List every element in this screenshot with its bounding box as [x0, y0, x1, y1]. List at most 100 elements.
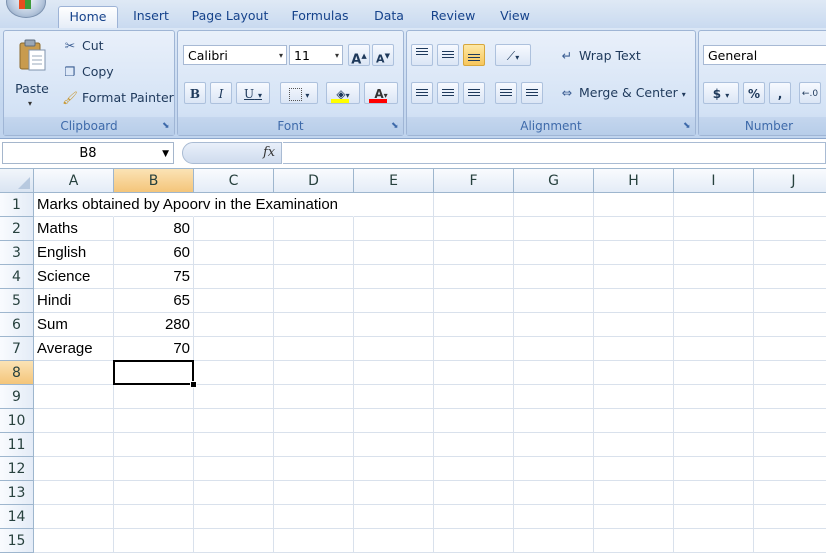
cell-h9[interactable] — [594, 385, 674, 409]
cell-a13[interactable] — [34, 481, 114, 505]
cell-i15[interactable] — [674, 529, 754, 553]
cell-b3[interactable]: 60 — [114, 241, 194, 265]
cell-g6[interactable] — [514, 313, 594, 337]
cell-f8[interactable] — [434, 361, 514, 385]
cell-d10[interactable] — [274, 409, 354, 433]
cell-g11[interactable] — [514, 433, 594, 457]
bold-button[interactable]: B — [184, 82, 206, 104]
tab-page-layout[interactable]: Page Layout — [186, 6, 274, 28]
column-header-i[interactable]: I — [674, 169, 754, 193]
cell-f14[interactable] — [434, 505, 514, 529]
orientation-button[interactable]: ⟋▾ — [495, 44, 531, 66]
cell-i7[interactable] — [674, 337, 754, 361]
cell-g15[interactable] — [514, 529, 594, 553]
cell-e3[interactable] — [354, 241, 434, 265]
cell-d4[interactable] — [274, 265, 354, 289]
cell-a9[interactable] — [34, 385, 114, 409]
column-header-d[interactable]: D — [274, 169, 354, 193]
row-header-4[interactable]: 4 — [0, 265, 34, 289]
cell-e11[interactable] — [354, 433, 434, 457]
increase-indent-button[interactable] — [521, 82, 543, 104]
font-name-dropdown[interactable]: Calibri ▾ — [183, 45, 287, 65]
cell-f5[interactable] — [434, 289, 514, 313]
tab-home[interactable]: Home — [58, 6, 118, 29]
row-header-10[interactable]: 10 — [0, 409, 34, 433]
cell-c6[interactable] — [194, 313, 274, 337]
cell-j3[interactable] — [754, 241, 826, 265]
cell-b4[interactable]: 75 — [114, 265, 194, 289]
row-header-7[interactable]: 7 — [0, 337, 34, 361]
align-right-button[interactable] — [463, 82, 485, 104]
row-header-11[interactable]: 11 — [0, 433, 34, 457]
copy-button[interactable]: ❐ Copy — [62, 63, 113, 81]
cell-e2[interactable] — [354, 217, 434, 241]
cell-a7[interactable]: Average — [34, 337, 114, 361]
cell-e14[interactable] — [354, 505, 434, 529]
cell-f3[interactable] — [434, 241, 514, 265]
cell-b10[interactable] — [114, 409, 194, 433]
cell-g7[interactable] — [514, 337, 594, 361]
column-header-g[interactable]: G — [514, 169, 594, 193]
cell-i11[interactable] — [674, 433, 754, 457]
cell-h5[interactable] — [594, 289, 674, 313]
cell-c4[interactable] — [194, 265, 274, 289]
row-header-6[interactable]: 6 — [0, 313, 34, 337]
cell-j13[interactable] — [754, 481, 826, 505]
tab-view[interactable]: View — [492, 6, 538, 28]
cell-h12[interactable] — [594, 457, 674, 481]
cell-g8[interactable] — [514, 361, 594, 385]
cell-d14[interactable] — [274, 505, 354, 529]
cell-b14[interactable] — [114, 505, 194, 529]
cell-i10[interactable] — [674, 409, 754, 433]
cell-g4[interactable] — [514, 265, 594, 289]
row-header-2[interactable]: 2 — [0, 217, 34, 241]
cell-b2[interactable]: 80 — [114, 217, 194, 241]
cell-c8[interactable] — [194, 361, 274, 385]
cell-i3[interactable] — [674, 241, 754, 265]
cell-b13[interactable] — [114, 481, 194, 505]
increase-decimal-button[interactable]: ←.0 — [799, 82, 821, 104]
cell-a8[interactable] — [34, 361, 114, 385]
cell-d6[interactable] — [274, 313, 354, 337]
cell-e15[interactable] — [354, 529, 434, 553]
font-launcher-icon[interactable]: ⬊ — [391, 122, 400, 131]
tab-insert[interactable]: Insert — [124, 6, 178, 28]
name-box[interactable]: B8 ▼ — [2, 142, 174, 164]
comma-button[interactable]: , — [769, 82, 791, 104]
cell-b9[interactable] — [114, 385, 194, 409]
cell-c11[interactable] — [194, 433, 274, 457]
cell-f13[interactable] — [434, 481, 514, 505]
cell-h4[interactable] — [594, 265, 674, 289]
cell-e5[interactable] — [354, 289, 434, 313]
borders-button[interactable]: ▾ — [280, 82, 318, 104]
cell-h2[interactable] — [594, 217, 674, 241]
cell-h3[interactable] — [594, 241, 674, 265]
cell-j9[interactable] — [754, 385, 826, 409]
row-header-1[interactable]: 1 — [0, 193, 34, 217]
cell-j1[interactable] — [754, 193, 826, 217]
number-format-dropdown[interactable]: General — [703, 45, 826, 65]
column-header-b[interactable]: B — [114, 169, 194, 193]
percent-button[interactable]: % — [743, 82, 765, 104]
decrease-indent-button[interactable] — [495, 82, 517, 104]
cell-h10[interactable] — [594, 409, 674, 433]
merge-center-button[interactable]: ⇔ Merge & Center ▾ — [559, 84, 686, 104]
cell-d2[interactable] — [274, 217, 354, 241]
cell-j10[interactable] — [754, 409, 826, 433]
shrink-font-button[interactable]: A▼ — [372, 44, 394, 66]
cell-g12[interactable] — [514, 457, 594, 481]
cell-e4[interactable] — [354, 265, 434, 289]
cell-a15[interactable] — [34, 529, 114, 553]
cell-f4[interactable] — [434, 265, 514, 289]
cell-j2[interactable] — [754, 217, 826, 241]
cell-i1[interactable] — [674, 193, 754, 217]
cell-d11[interactable] — [274, 433, 354, 457]
cell-g14[interactable] — [514, 505, 594, 529]
cell-i2[interactable] — [674, 217, 754, 241]
cell-d9[interactable] — [274, 385, 354, 409]
middle-align-button[interactable] — [437, 44, 459, 66]
cell-d13[interactable] — [274, 481, 354, 505]
grow-font-button[interactable]: A▲ — [348, 44, 370, 67]
row-header-14[interactable]: 14 — [0, 505, 34, 529]
row-header-15[interactable]: 15 — [0, 529, 34, 553]
